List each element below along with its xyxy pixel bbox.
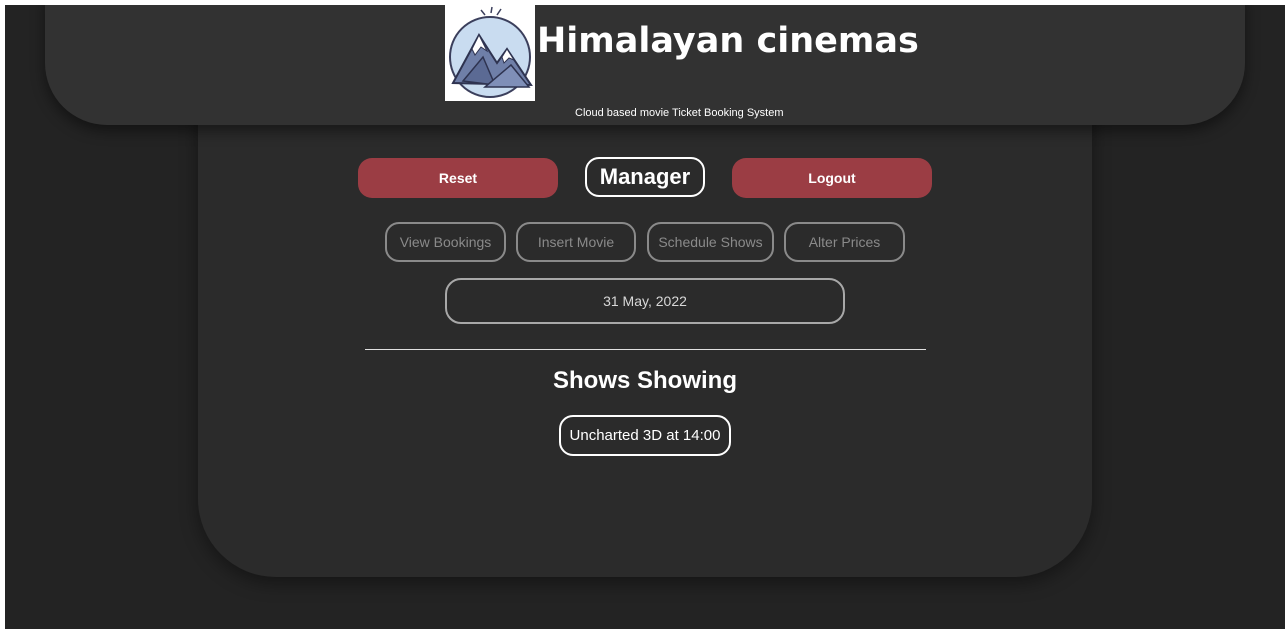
reset-button[interactable]: Reset bbox=[358, 158, 558, 198]
mountain-logo-icon bbox=[445, 5, 535, 101]
view-bookings-button[interactable]: View Bookings bbox=[385, 222, 506, 262]
header-bar: Himalayan cinemas Cloud based movie Tick… bbox=[45, 5, 1245, 125]
date-input[interactable] bbox=[445, 278, 845, 324]
section-divider bbox=[365, 349, 926, 350]
shows-heading: Shows Showing bbox=[553, 367, 737, 394]
alter-prices-button[interactable]: Alter Prices bbox=[784, 222, 905, 262]
show-item[interactable]: Uncharted 3D at 14:00 bbox=[559, 415, 731, 456]
logout-button[interactable]: Logout bbox=[732, 158, 932, 198]
role-badge: Manager bbox=[585, 157, 705, 197]
schedule-shows-button[interactable]: Schedule Shows bbox=[647, 222, 774, 262]
app-window: Himalayan cinemas Cloud based movie Tick… bbox=[5, 5, 1285, 629]
app-subtitle: Cloud based movie Ticket Booking System bbox=[575, 107, 784, 119]
insert-movie-button[interactable]: Insert Movie bbox=[516, 222, 636, 262]
app-title: Himalayan cinemas bbox=[537, 21, 919, 61]
